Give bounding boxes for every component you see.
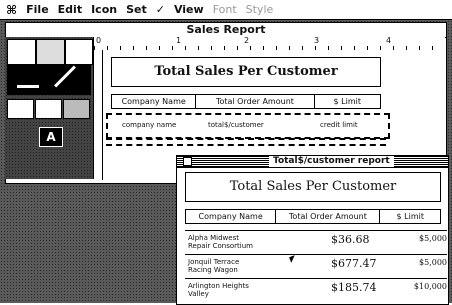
company-name: Arlington Heights Valley	[188, 282, 249, 298]
window-title: Total$/customer report	[269, 156, 394, 167]
close-box-icon[interactable]	[183, 157, 192, 166]
detail-band[interactable]: company name total$/customer credit limi…	[106, 113, 390, 139]
credit-limit-field[interactable]: credit limit	[320, 119, 358, 132]
design-header[interactable]: Total Order Amount	[196, 95, 315, 108]
fill-white-swatch[interactable]	[7, 99, 34, 119]
limit: $5,000	[419, 234, 447, 243]
design-header[interactable]: Company Name	[112, 95, 197, 108]
menu-set[interactable]: Set	[126, 3, 147, 16]
ruler-label: 2	[244, 36, 250, 45]
menu-edit[interactable]: Edit	[58, 3, 82, 16]
limit: $5,000	[419, 258, 447, 267]
band-divider	[106, 138, 386, 140]
fill-pattern-swatch[interactable]	[35, 99, 62, 119]
band-divider	[106, 144, 386, 146]
menu-font[interactable]: Font	[213, 3, 237, 16]
ruler-label: 4	[386, 36, 392, 45]
report-header: Company Name	[186, 210, 277, 223]
amount: $36.68	[331, 233, 370, 246]
table-row: Jonquil Terrace Racing Wagon $677.47 $5,0…	[185, 254, 447, 278]
checkmark-icon: ✓	[155, 3, 165, 16]
tool-palette: A	[5, 37, 94, 179]
design-header-row: Company Name Total Order Amount $ Limit	[111, 94, 381, 109]
report-title: Total Sales Per Customer	[185, 172, 441, 202]
apple-menu-icon[interactable]: ⌘	[6, 3, 17, 17]
report-header-row: Company Name Total Order Amount $ Limit	[185, 209, 441, 224]
report-header: Total Order Amount	[276, 210, 381, 223]
line-tool-icon[interactable]	[17, 85, 39, 88]
ruler-label: 0	[96, 36, 102, 45]
menu-icon[interactable]: Icon	[91, 3, 117, 16]
report-preview-window: Total$/customer report Total Sales Per C…	[176, 155, 449, 305]
menu-view[interactable]: View	[174, 3, 204, 16]
grid-tool-icon[interactable]	[7, 39, 36, 65]
limit: $10,000	[413, 282, 447, 291]
menu-style[interactable]: Style	[246, 3, 274, 16]
window-titlebar[interactable]: Total$/customer report	[177, 156, 448, 168]
ruler-label: 1	[176, 36, 182, 45]
report-tool-icon[interactable]	[65, 39, 93, 65]
fill-gray-swatch[interactable]	[63, 99, 90, 119]
company-name: Jonquil Terrace Racing Wagon	[188, 258, 240, 274]
report-rows: Alpha Midwest Repair Consortium $36.68 $5…	[185, 230, 447, 302]
menu-file[interactable]: File	[26, 3, 49, 16]
vertical-ruler	[94, 50, 103, 180]
table-row: Arlington Heights Valley $185.74 $10,000	[185, 278, 447, 302]
ruler-label: 3	[314, 36, 320, 45]
table-row: Alpha Midwest Repair Consortium $36.68 $5…	[185, 230, 447, 254]
design-title-field[interactable]: Total Sales Per Customer	[111, 57, 381, 87]
menu-bar: ⌘ File Edit Icon Set ✓ View Font Style	[0, 0, 452, 20]
company-name-field[interactable]: company name	[122, 119, 176, 132]
diagonal-line-icon[interactable]	[54, 65, 76, 88]
design-header[interactable]: $ Limit	[315, 95, 381, 108]
report-header: $ Limit	[396, 212, 424, 221]
text-tool-icon[interactable]: A	[39, 127, 63, 147]
amount: $677.47	[331, 257, 377, 270]
amount: $185.74	[331, 281, 377, 294]
horizontal-ruler: 0 1 2 3 4	[94, 36, 445, 51]
company-name: Alpha Midwest Repair Consortium	[188, 234, 253, 250]
field-tool-icon[interactable]	[36, 39, 65, 65]
line-tool-pane	[7, 65, 91, 95]
window-title[interactable]: Sales Report	[6, 23, 446, 38]
total-field[interactable]: total$/customer	[208, 119, 264, 132]
